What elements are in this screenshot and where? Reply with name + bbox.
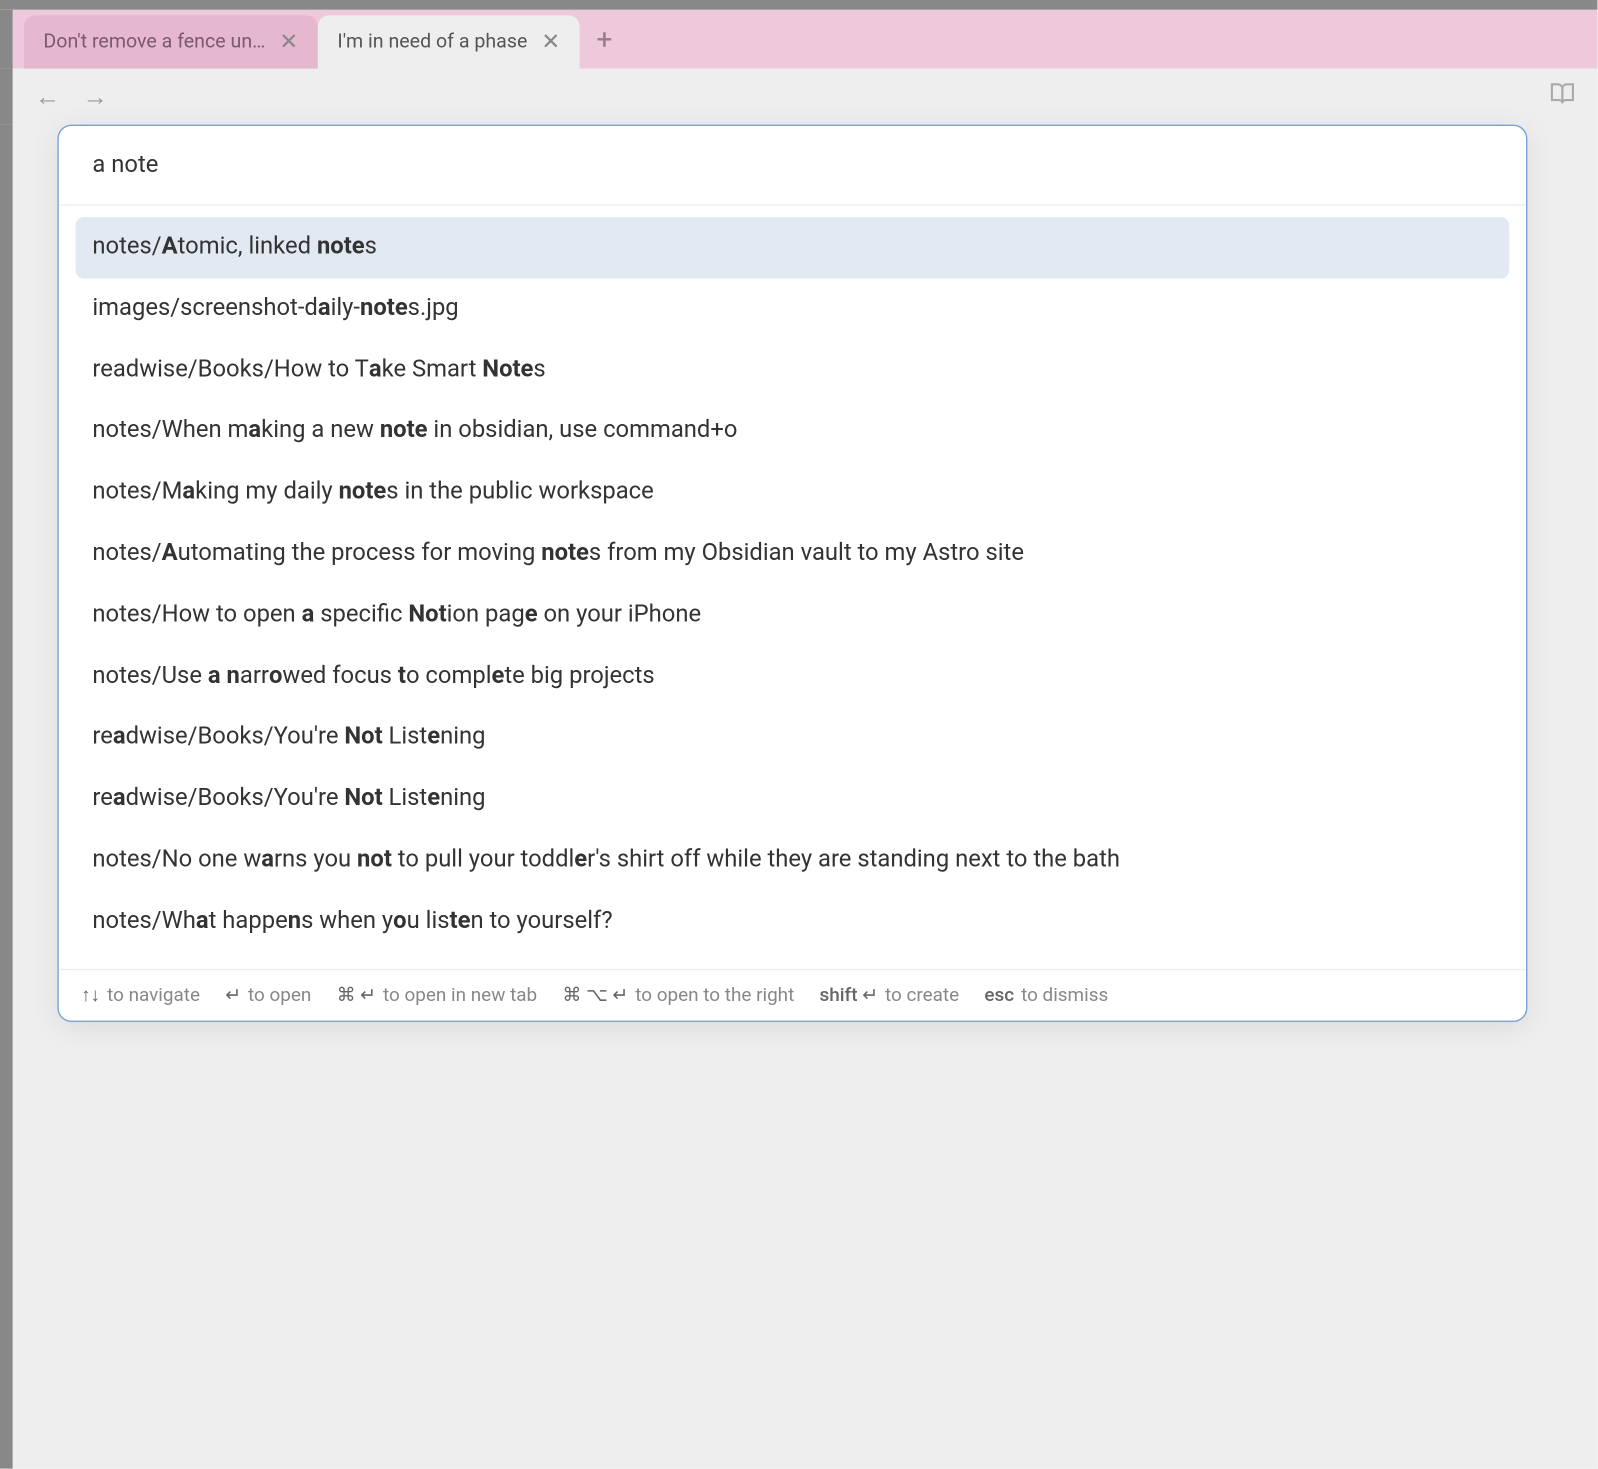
keyboard-hint: shift ↵to create xyxy=(819,984,959,1006)
result-item[interactable]: notes/Atomic, linked notes xyxy=(76,217,1510,278)
result-item[interactable]: notes/Use a narrowed focus to complete b… xyxy=(76,646,1510,707)
tab-active[interactable]: I'm in need of a phase ✕ xyxy=(318,15,580,68)
result-item[interactable]: notes/How to open a specific Notion page… xyxy=(76,585,1510,646)
quick-switcher-modal: notes/Atomic, linked notesimages/screens… xyxy=(57,125,1527,1022)
keyboard-hint: ↑↓to navigate xyxy=(81,984,200,1006)
close-icon[interactable]: ✕ xyxy=(279,31,298,53)
result-item[interactable]: readwise/Books/You're Not Listening xyxy=(76,769,1510,830)
result-item[interactable]: readwise/Books/You're Not Listening xyxy=(76,708,1510,769)
keyboard-hint: ↵to open xyxy=(225,984,311,1006)
tab-title: Don't remove a fence unt… xyxy=(43,31,265,53)
close-icon[interactable]: ✕ xyxy=(541,31,560,53)
forward-arrow-icon[interactable]: → xyxy=(83,82,108,111)
result-item[interactable]: images/screenshot-daily-notes.jpg xyxy=(76,278,1510,339)
search-input[interactable] xyxy=(92,151,1492,179)
nav-bar: ← → xyxy=(0,69,1597,125)
result-item[interactable]: notes/I haven't experienced imposter syn… xyxy=(76,953,1510,969)
book-icon[interactable] xyxy=(1550,81,1575,112)
list-item: pop culture blogs - Perez Hilton xyxy=(195,1032,716,1071)
keyboard-hint: escto dismiss xyxy=(984,984,1108,1006)
add-tab-button[interactable]: + xyxy=(580,22,630,56)
result-item[interactable]: notes/What happens when you listen to yo… xyxy=(76,891,1510,952)
footer-hints: ↑↓to navigate ↵to open ⌘ ↵to open in new t… xyxy=(59,969,1526,1021)
search-input-row xyxy=(59,126,1526,206)
back-arrow-icon[interactable]: ← xyxy=(35,82,60,111)
result-item[interactable]: notes/Making my daily notes in the publi… xyxy=(76,462,1510,523)
results-list: notes/Atomic, linked notesimages/screens… xyxy=(59,206,1526,969)
keyboard-hint: ⌘ ↵to open in new tab xyxy=(337,984,538,1006)
window-top-border xyxy=(0,0,1597,10)
tab-inactive[interactable]: Don't remove a fence unt… ✕ xyxy=(24,15,318,68)
result-item[interactable]: notes/Automating the process for moving … xyxy=(76,524,1510,585)
tab-bar: Don't remove a fence unt… ✕ I'm in need … xyxy=(0,10,1597,69)
result-item[interactable]: notes/No one warns you not to pull your … xyxy=(76,830,1510,891)
result-item[interactable]: readwise/Books/How to Take Smart Notes xyxy=(76,340,1510,401)
content-area: livejournal pop culture blogs - Perez Hi… xyxy=(0,125,1597,1469)
keyboard-hint: ⌘ ⌥ ↵to open to the right xyxy=(562,984,794,1006)
tab-title: I'm in need of a phase xyxy=(337,31,527,53)
result-item[interactable]: notes/When making a new note in obsidian… xyxy=(76,401,1510,462)
